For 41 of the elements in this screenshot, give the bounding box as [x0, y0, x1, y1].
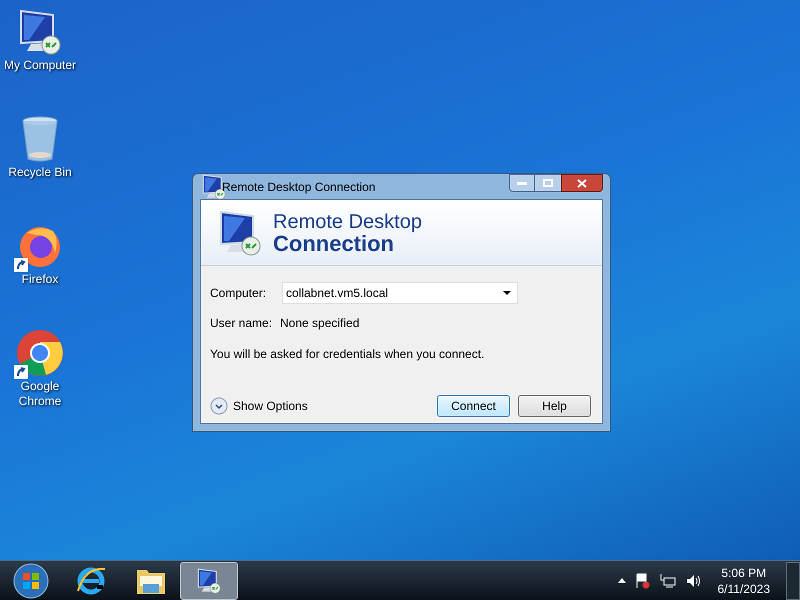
desktop-icon[interactable]: Firefox	[0, 220, 80, 287]
taskbar-button[interactable]	[180, 562, 238, 600]
close-icon	[577, 178, 587, 188]
speaker-icon[interactable]	[686, 574, 702, 588]
username-value: None specified	[280, 315, 360, 332]
maximize-button[interactable]	[535, 174, 561, 192]
desktop-icon-label: Google Chrome	[18, 379, 62, 409]
minimize-button[interactable]	[509, 174, 535, 192]
windows-logo-icon	[13, 562, 49, 598]
header-title: Remote Desktop	[273, 210, 422, 232]
flag-icon[interactable]	[636, 572, 650, 588]
close-button[interactable]	[561, 174, 603, 192]
dialog-button[interactable]: Connect	[437, 395, 510, 417]
minimize-icon	[517, 182, 527, 184]
field-label: Computer:	[210, 285, 268, 302]
desktop-icon-label: Firefox	[20, 272, 60, 287]
computer-dropdown[interactable]: collabnet.vm5.local	[282, 282, 518, 304]
info-text: You will be asked for credentials when you connect.	[210, 346, 486, 363]
expand-chevron-icon	[210, 397, 228, 415]
maximize-icon	[543, 179, 553, 187]
shortcut-arrow-icon	[14, 365, 28, 379]
clock[interactable]: 5:06 PM 6/11/2023	[712, 564, 776, 596]
show-desktop-button[interactable]	[786, 562, 800, 600]
header-subtitle: Connection	[273, 232, 394, 254]
show-options-button[interactable]: Show Options	[210, 397, 308, 415]
recycle-bin-icon	[20, 115, 60, 163]
show-hidden-icons-icon[interactable]	[618, 578, 626, 583]
dialog-button[interactable]: Help	[518, 395, 591, 417]
desktop-icon-label: Recycle Bin	[7, 165, 73, 180]
window-title: Remote Desktop Connection	[222, 178, 376, 196]
chrome-icon	[16, 329, 64, 377]
network-icon[interactable]	[660, 574, 676, 588]
desktop-icon[interactable]: Recycle Bin	[0, 113, 80, 180]
desktop-icon[interactable]: My Computer	[0, 6, 80, 73]
remote-desktop-icon	[195, 566, 223, 594]
shortcut-arrow-icon	[14, 258, 28, 272]
desktop-icon[interactable]: Google Chrome	[0, 327, 80, 409]
desktop-icon-label: My Computer	[2, 58, 78, 73]
field-label: User name:	[210, 315, 274, 332]
dropdown-caret-icon	[503, 291, 511, 295]
browser-e-icon	[75, 564, 107, 596]
